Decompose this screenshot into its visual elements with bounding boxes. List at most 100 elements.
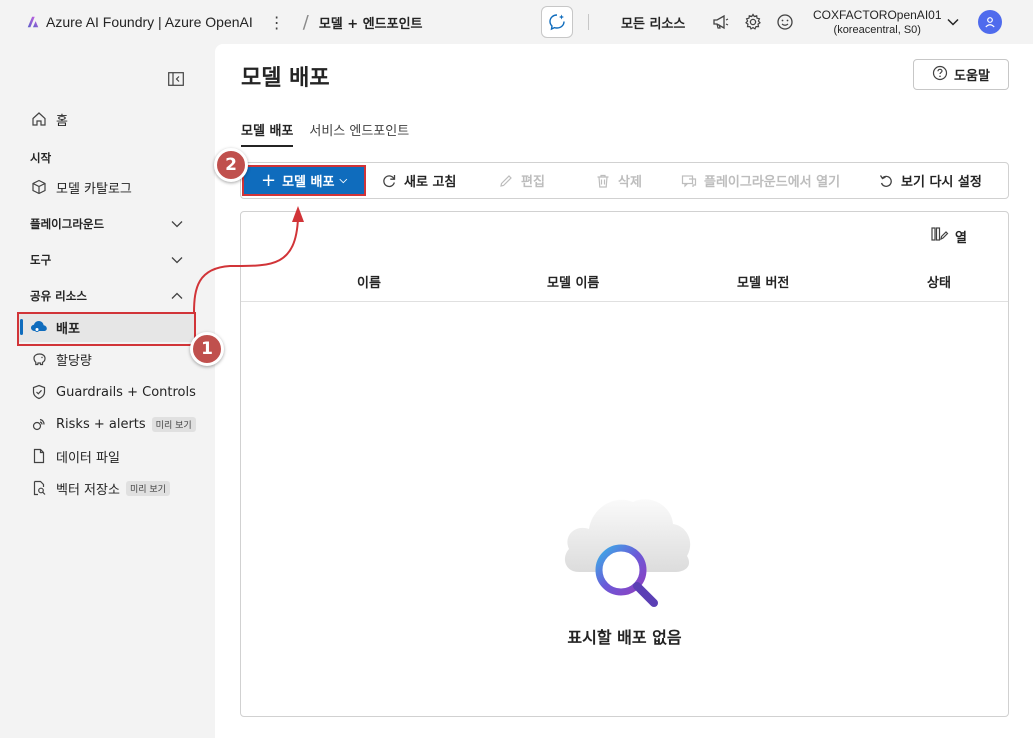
top-bar: Azure AI Foundry | Azure OpenAI ⋮ / 모델 +… — [0, 0, 1033, 44]
breadcrumb-current[interactable]: 모델 + 엔드포인트 — [319, 13, 423, 32]
empty-state-illustration — [564, 499, 691, 607]
delete-label: 삭제 — [618, 175, 642, 190]
document-search-icon — [33, 480, 46, 496]
section-shared-resources[interactable]: 공유 리소스 — [30, 288, 184, 304]
sidebar-item-home[interactable]: 홈 — [18, 104, 196, 134]
sidebar-item-deployments[interactable]: 배포 — [18, 312, 196, 342]
help-button[interactable]: 도움말 — [913, 59, 1009, 90]
open-in-playground-button[interactable]: 플레이그라운드에서 열기 — [681, 171, 840, 190]
copilot-icon — [549, 14, 565, 31]
sidebar-item-label: 홈 — [56, 113, 68, 129]
section-tools[interactable]: 도구 — [30, 252, 184, 268]
plus-icon: + — [260, 169, 277, 191]
chevron-down-icon — [171, 221, 183, 228]
sidebar-item-model-catalog[interactable]: 모델 카탈로그 — [18, 172, 196, 202]
brand-title: Azure AI Foundry | Azure OpenAI — [46, 14, 253, 30]
sidebar-item-vector-stores[interactable]: 벡터 저장소 미리 보기 — [18, 473, 196, 503]
piggy-bank-icon — [33, 353, 46, 366]
step-badge-1: 1 — [190, 332, 224, 366]
column-header-model-version[interactable]: 모델 버전 — [737, 272, 789, 291]
delete-button[interactable]: 삭제 — [595, 171, 642, 190]
question-circle-icon — [932, 65, 948, 80]
section-label: 플레이그라운드 — [30, 217, 105, 231]
sidebar-item-label: Guardrails + Controls — [56, 384, 196, 400]
account-name: COXFACTOROpenAI01 — [813, 8, 942, 22]
sidebar-item-label: Risks + alerts — [56, 416, 146, 432]
chevron-down-icon — [171, 257, 183, 264]
section-start: 시작 — [30, 150, 184, 166]
copilot-button[interactable] — [541, 6, 573, 38]
trash-icon — [597, 174, 609, 188]
topbar-divider — [588, 14, 589, 30]
main-panel: 모델 배포 도움말 모델 배포 서비스 엔드포인트 + 모델 배포 ⌵ 새로 고… — [215, 44, 1033, 738]
chat-window-icon — [681, 174, 697, 187]
megaphone-icon[interactable] — [711, 12, 731, 32]
command-bar: + 모델 배포 ⌵ 새로 고침 편집 삭제 플레이그라운드에서 열기 보기 다시… — [240, 162, 1009, 199]
breadcrumb-separator: / — [302, 11, 309, 33]
section-label: 도구 — [30, 253, 52, 267]
column-header-status[interactable]: 상태 — [927, 272, 951, 291]
account-info[interactable]: COXFACTOROpenAI01 (koreacentral, S0) — [813, 8, 942, 38]
avatar[interactable] — [978, 10, 1002, 34]
sidebar-item-label: 배포 — [56, 321, 80, 337]
edit-button[interactable]: 편집 — [498, 171, 545, 190]
chevron-down-icon: ⌵ — [339, 175, 348, 186]
step-badge-2: 2 — [214, 148, 248, 182]
tab-model-deployments[interactable]: 모델 배포 — [241, 120, 294, 147]
section-playground[interactable]: 플레이그라운드 — [30, 216, 184, 232]
column-header-model-name[interactable]: 모델 이름 — [547, 272, 599, 291]
pencil-icon — [500, 174, 512, 187]
person-icon — [985, 17, 995, 28]
sidebar-item-label: 모델 카탈로그 — [56, 181, 132, 197]
sidebar-item-guardrails[interactable]: Guardrails + Controls — [18, 377, 196, 407]
reset-view-label: 보기 다시 설정 — [901, 175, 982, 190]
sidebar-item-label: 데이터 파일 — [56, 450, 120, 466]
file-icon — [33, 448, 45, 464]
alert-signal-icon — [32, 418, 45, 431]
column-edit-icon — [931, 227, 949, 241]
brand[interactable]: Azure AI Foundry | Azure OpenAI — [26, 14, 253, 30]
columns-button[interactable]: 열 — [931, 226, 967, 246]
cloud-deploy-icon — [31, 321, 47, 332]
tab-service-endpoints[interactable]: 서비스 엔드포인트 — [309, 120, 409, 147]
page-title: 모델 배포 — [241, 66, 330, 91]
cube-icon — [32, 179, 46, 195]
empty-state-message: 표시할 배포 없음 — [567, 628, 682, 647]
preview-badge: 미리 보기 — [125, 480, 170, 496]
open-playground-label: 플레이그라운드에서 열기 — [704, 175, 841, 190]
section-label: 시작 — [30, 151, 52, 165]
column-header-name[interactable]: 이름 — [357, 272, 381, 291]
account-region: (koreacentral, S0) — [833, 24, 921, 36]
deploy-model-button[interactable]: + 모델 배포 ⌵ — [242, 165, 366, 196]
deploy-model-label: 모델 배포 — [282, 175, 335, 190]
all-resources-link[interactable]: 모든 리소스 — [621, 13, 685, 32]
edit-label: 편집 — [521, 175, 545, 190]
shield-icon — [32, 384, 46, 400]
sidebar-item-data-files[interactable]: 데이터 파일 — [18, 441, 196, 471]
smiley-icon[interactable] — [775, 12, 795, 32]
deployments-grid: 열 이름 모델 이름 모델 버전 상태 표시할 배포 없음 — [240, 211, 1009, 717]
more-options-icon[interactable]: ⋮ — [269, 13, 285, 32]
chevron-up-icon — [171, 292, 183, 299]
grid-header-row: 이름 모델 이름 모델 버전 상태 — [241, 264, 1008, 302]
sidebar-item-label: 벡터 저장소 — [56, 482, 120, 498]
section-label: 공유 리소스 — [30, 289, 87, 303]
refresh-button[interactable]: 새로 고침 — [381, 171, 456, 190]
sidebar-item-quota[interactable]: 할당량 — [18, 344, 196, 374]
reset-view-button[interactable]: 보기 다시 설정 — [878, 171, 982, 190]
foundry-logo-icon — [27, 16, 39, 28]
chevron-down-icon[interactable] — [946, 15, 960, 29]
collapse-sidebar-icon[interactable] — [168, 72, 184, 86]
tab-bar: 모델 배포 서비스 엔드포인트 — [241, 120, 425, 147]
help-label: 도움말 — [954, 69, 990, 84]
gear-icon[interactable] — [743, 12, 763, 32]
sidebar-item-label: 할당량 — [56, 353, 92, 369]
undo-icon — [879, 174, 892, 187]
preview-badge: 미리 보기 — [151, 416, 196, 432]
sidebar-item-risks-alerts[interactable]: Risks + alerts 미리 보기 — [18, 409, 196, 439]
refresh-icon — [383, 174, 396, 187]
home-icon — [32, 112, 46, 126]
columns-label: 열 — [955, 230, 967, 246]
refresh-label: 새로 고침 — [404, 175, 457, 190]
sidebar: 홈 시작 모델 카탈로그 플레이그라운드 도구 공유 리소스 배포 할당량 Gu… — [0, 44, 215, 738]
